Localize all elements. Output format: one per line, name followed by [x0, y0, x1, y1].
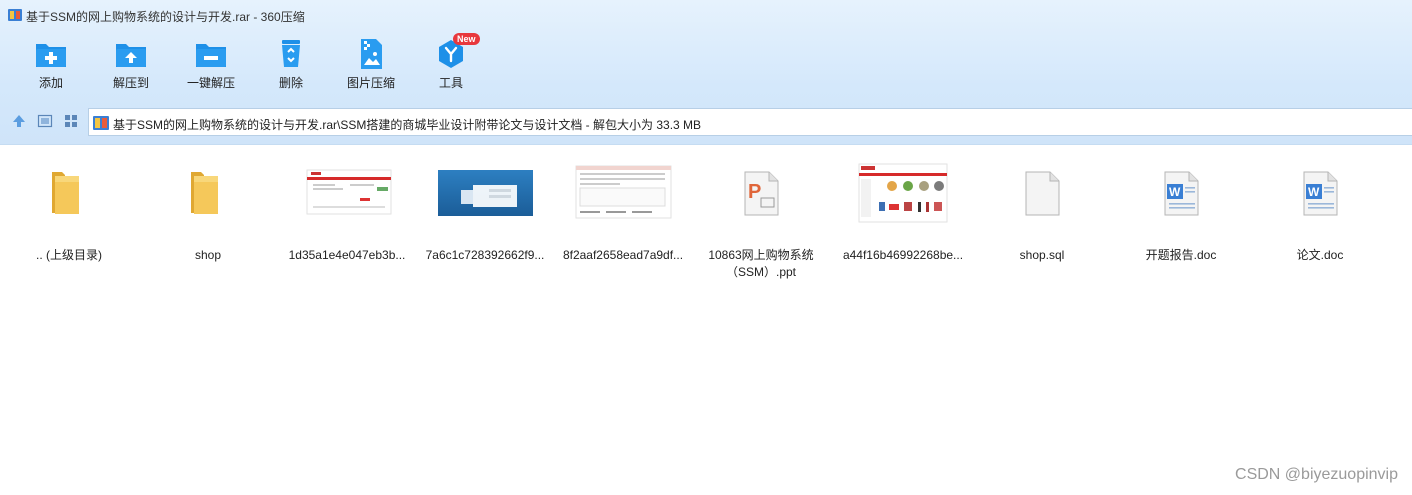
one-click-extract-label: 一键解压 [186, 76, 235, 90]
folder-icon [52, 172, 79, 214]
file-name: 7a6c1c728392662f9... [425, 248, 545, 262]
word-file-icon: W [1303, 171, 1338, 216]
image-thumbnail [575, 165, 672, 219]
file-grid: .. (上级目录) shop 1d35a1e4e047eb3b... 7a6c1… [0, 160, 1412, 300]
file-item-doc-proposal[interactable]: W 开题报告.doc [1112, 160, 1250, 290]
file-name: shop.sql [1019, 248, 1065, 262]
add-label: 添加 [38, 76, 63, 90]
file-item-image-1[interactable]: 1d35a1e4e047eb3b... [278, 160, 416, 290]
file-name: 开题报告.doc [1145, 248, 1217, 262]
file-item-shop[interactable]: shop [139, 160, 277, 290]
extract-to-label: 解压到 [112, 76, 149, 90]
up-arrow-icon[interactable] [11, 113, 27, 129]
file-name: 1d35a1e4e047eb3b... [288, 248, 406, 262]
svg-text:W: W [1308, 185, 1320, 199]
file-item-image-3[interactable]: 8f2aaf2658ead7a9df... [554, 160, 692, 290]
image-thumbnail [438, 170, 533, 216]
recycle-bin-icon [282, 40, 300, 67]
archive-app-icon [8, 9, 22, 21]
svg-text:P: P [748, 181, 761, 203]
file-name: 论文.doc [1296, 248, 1344, 262]
file-name: a44f16b46992268be... [842, 248, 964, 262]
toolbar: 添加 解压到 一键解压 删除 图片压缩 New 工具 [0, 33, 1412, 98]
file-name: 8f2aaf2658ead7a9df... [562, 248, 684, 262]
image-compress-label: 图片压缩 [346, 76, 395, 90]
window-title: 基于SSM的网上购物系统的设计与开发.rar - 360压缩 [26, 10, 305, 24]
file-item-doc-thesis[interactable]: W 论文.doc [1251, 160, 1389, 290]
extract-to-button[interactable]: 解压到 [91, 36, 171, 98]
one-click-extract-button[interactable]: 一键解压 [171, 36, 251, 98]
image-zip-icon [361, 39, 382, 69]
delete-label: 删除 [278, 76, 303, 90]
file-item-ppt[interactable]: P 10863网上购物系统（SSM）.ppt [692, 160, 830, 290]
watermark: CSDN @biyezuopinvip [1235, 466, 1398, 483]
address-row: 基于SSM的网上购物系统的设计与开发.rar\SSM搭建的商城毕业设计附带论文与… [0, 107, 1412, 136]
archive-icon [93, 116, 109, 130]
delete-button[interactable]: 删除 [251, 36, 331, 98]
image-thumbnail [858, 163, 948, 223]
folder-icon [191, 172, 218, 214]
word-file-icon: W [1164, 171, 1199, 216]
folder-extract-icon [116, 44, 146, 67]
ppt-file-icon: P [744, 171, 779, 216]
grid-view-icon[interactable] [63, 113, 79, 129]
file-name: .. (上级目录) [36, 248, 102, 262]
folder-minus-icon [196, 44, 226, 67]
address-path: 基于SSM的网上购物系统的设计与开发.rar\SSM搭建的商城毕业设计附带论文与… [113, 118, 702, 132]
image-thumbnail [306, 169, 392, 215]
tools-button[interactable]: New 工具 [411, 33, 491, 98]
file-name: shop [194, 248, 222, 262]
folder-add-icon [36, 44, 66, 67]
image-compress-button[interactable]: 图片压缩 [331, 36, 411, 98]
tools-label: 工具 [438, 76, 463, 90]
file-item-parent-dir[interactable]: .. (上级目录) [0, 160, 138, 290]
svg-text:W: W [1169, 185, 1181, 199]
file-item-image-2[interactable]: 7a6c1c728392662f9... [416, 160, 554, 290]
file-item-sql[interactable]: shop.sql [973, 160, 1111, 290]
file-item-image-4[interactable]: a44f16b46992268be... [834, 160, 972, 290]
top-panel: 基于SSM的网上购物系统的设计与开发.rar - 360压缩 添加 解压到 一键… [0, 0, 1412, 145]
add-button[interactable]: 添加 [11, 36, 91, 98]
new-badge: New [453, 33, 480, 45]
address-bar[interactable]: 基于SSM的网上购物系统的设计与开发.rar\SSM搭建的商城毕业设计附带论文与… [88, 108, 1412, 136]
file-name: 10863网上购物系统（SSM）.ppt [708, 248, 814, 279]
list-view-icon[interactable] [37, 113, 53, 129]
file-icon [1025, 171, 1060, 216]
title-bar: 基于SSM的网上购物系统的设计与开发.rar - 360压缩 [0, 0, 1412, 30]
